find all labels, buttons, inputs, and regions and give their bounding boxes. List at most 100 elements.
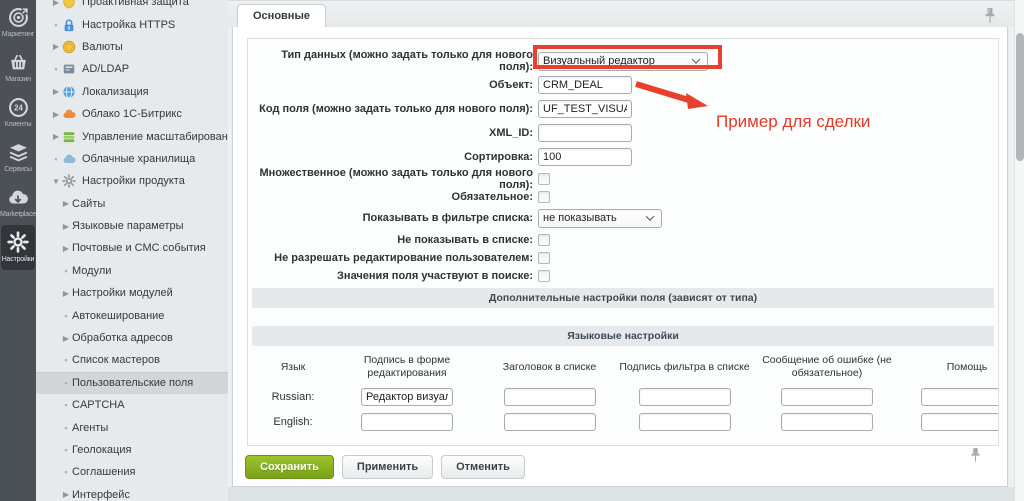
sidebar-item-label: AD/LDAP: [82, 63, 129, 75]
apply-button[interactable]: Применить: [342, 455, 433, 479]
cloud-blue-icon: [62, 152, 76, 166]
section-language-settings: Языковые настройки: [252, 326, 994, 346]
sidebar-item-7[interactable]: ▶Управление масштабированием: [36, 125, 228, 147]
sidebar-item-label: Локализация: [82, 86, 149, 98]
tab-main[interactable]: Основные: [237, 4, 326, 29]
rail-item-label: Магазин: [5, 76, 31, 83]
chevron-right-icon[interactable]: ▶: [50, 42, 62, 51]
sidebar-item-8[interactable]: ▪Облачные хранилища: [36, 148, 228, 170]
sidebar-item-10[interactable]: ▶Сайты: [36, 193, 228, 215]
sidebar-item-4[interactable]: ▪AD/LDAP: [36, 58, 228, 80]
sidebar-item-5[interactable]: ▶ Локализация: [36, 81, 228, 103]
text-field[interactable]: [538, 76, 632, 94]
rail-item-label: Клиенты: [5, 121, 32, 128]
clients-24-icon: 24: [7, 96, 29, 118]
chevron-down-icon: [646, 212, 654, 220]
chevron-down-icon[interactable]: ▼: [50, 177, 62, 186]
field-label: Код поля (можно задать только для нового…: [248, 103, 538, 115]
lang-text-field[interactable]: [639, 413, 731, 431]
sidebar-item-23[interactable]: ▶Интерфейс: [36, 484, 228, 501]
sidebar-item-16[interactable]: ▶Обработка адресов: [36, 327, 228, 349]
sidebar-item-22[interactable]: ▪Соглашения: [36, 461, 228, 483]
sidebar-item-3[interactable]: ▶Валюты: [36, 36, 228, 58]
sidebar-item-label: Агенты: [72, 422, 108, 434]
text-field[interactable]: [538, 100, 632, 118]
sidebar-item-6[interactable]: ▶Облако 1С-Битрикс: [36, 103, 228, 125]
cancel-button[interactable]: Отменить: [441, 455, 525, 479]
app-rail: Маркетинг Магазин 24 Клиенты СервисыMarketpl…: [0, 0, 36, 501]
sidebar-item-12[interactable]: ▶Почтовые и СМС события: [36, 237, 228, 259]
gear-icon: [7, 231, 29, 253]
chevron-right-icon[interactable]: ▶: [60, 244, 72, 253]
chevron-right-icon[interactable]: ▶: [60, 289, 72, 298]
form-body: Тип данных (можно задать только для ново…: [247, 38, 999, 446]
form-row: Множественное (можно задать только для н…: [248, 172, 998, 185]
sidebar-item-20[interactable]: ▪Агенты: [36, 416, 228, 438]
lang-label: English:: [254, 416, 332, 428]
rail-item-4[interactable]: Сервисы: [0, 135, 36, 180]
checkbox[interactable]: [538, 234, 550, 246]
chevron-right-icon[interactable]: ▶: [50, 0, 62, 7]
sidebar-item-1[interactable]: ▶ Проактивная защита: [36, 0, 228, 13]
pin-icon[interactable]: [970, 447, 981, 468]
chevron-right-icon[interactable]: ▶: [60, 199, 72, 208]
chevron-right-icon[interactable]: ▶: [50, 110, 62, 119]
sidebar-item-11[interactable]: ▶Языковые параметры: [36, 215, 228, 237]
lang-text-field[interactable]: [639, 388, 731, 406]
lang-text-field[interactable]: [921, 388, 999, 406]
sidebar-item-21[interactable]: ▪Геолокация: [36, 439, 228, 461]
checkbox[interactable]: [538, 191, 550, 203]
chevron-right-icon[interactable]: ▶: [50, 132, 62, 141]
chevron-right-icon[interactable]: ▶: [60, 222, 72, 231]
select-value: не показывать: [543, 212, 617, 224]
field-label: Показывать в фильтре списка:: [248, 212, 538, 224]
checkbox[interactable]: [538, 252, 550, 264]
sidebar-item-15[interactable]: ▪Автокеширование: [36, 304, 228, 326]
edit-form-panel: Тип данных (можно задать только для ново…: [232, 27, 1008, 487]
rail-item-2[interactable]: Магазин: [0, 45, 36, 90]
save-button[interactable]: Сохранить: [245, 455, 334, 479]
layers-icon: [7, 141, 29, 163]
sidebar-item-13[interactable]: ▪Модули: [36, 260, 228, 282]
pin-icon[interactable]: [984, 7, 996, 29]
coin-icon: [62, 40, 76, 54]
sidebar-item-17[interactable]: ▪Список мастеров: [36, 349, 228, 371]
lang-text-field[interactable]: [921, 413, 999, 431]
rail-item-1[interactable]: Маркетинг: [0, 0, 36, 45]
lang-text-field[interactable]: [781, 413, 873, 431]
vertical-scrollbar[interactable]: [1014, 0, 1024, 501]
checkbox[interactable]: [538, 270, 550, 282]
chevron-right-icon[interactable]: ▶: [60, 490, 72, 499]
sidebar-item-label: Почтовые и СМС события: [72, 242, 206, 254]
gear-small-icon: [62, 174, 76, 188]
chevron-right-icon[interactable]: ▶: [60, 334, 72, 343]
rail-item-6[interactable]: Настройки: [1, 225, 35, 270]
sidebar-item-19[interactable]: ▪CAPTCHA: [36, 394, 228, 416]
lang-text-field[interactable]: [504, 413, 596, 431]
lang-text-field[interactable]: [361, 413, 453, 431]
form-row: Код поля (можно задать только для нового…: [248, 100, 998, 118]
lang-text-field[interactable]: [504, 388, 596, 406]
chevron-right-icon[interactable]: ▶: [50, 87, 62, 96]
lang-column-header: Подпись в форме редактирования: [332, 354, 482, 380]
lang-text-field[interactable]: [781, 388, 873, 406]
rail-item-5[interactable]: Marketplace: [0, 180, 36, 225]
footer-strip: [228, 487, 1024, 501]
sidebar-item-label: Настройки модулей: [72, 287, 173, 299]
select-field[interactable]: не показывать: [538, 209, 662, 228]
lang-text-field[interactable]: [361, 388, 453, 406]
sidebar-item-9[interactable]: ▼ Настройки продукта: [36, 170, 228, 192]
lang-row: Russian:: [254, 388, 992, 406]
sidebar-item-label: Проактивная защита: [82, 0, 189, 8]
scrollbar-thumb[interactable]: [1016, 33, 1024, 161]
text-field[interactable]: [538, 124, 632, 142]
select-field[interactable]: Визуальный редактор: [538, 52, 708, 71]
checkbox[interactable]: [538, 173, 550, 185]
sidebar-item-2[interactable]: ▪sНастройка HTTPS: [36, 13, 228, 35]
sidebar-item-14[interactable]: ▶Настройки модулей: [36, 282, 228, 304]
rail-item-3[interactable]: 24 Клиенты: [0, 90, 36, 135]
text-field[interactable]: [538, 148, 632, 166]
sidebar-item-label: Настройки продукта: [82, 175, 185, 187]
sidebar-item-18[interactable]: ▪Пользовательские поля: [36, 372, 228, 394]
form-row: Тип данных (можно задать только для ново…: [248, 51, 998, 71]
